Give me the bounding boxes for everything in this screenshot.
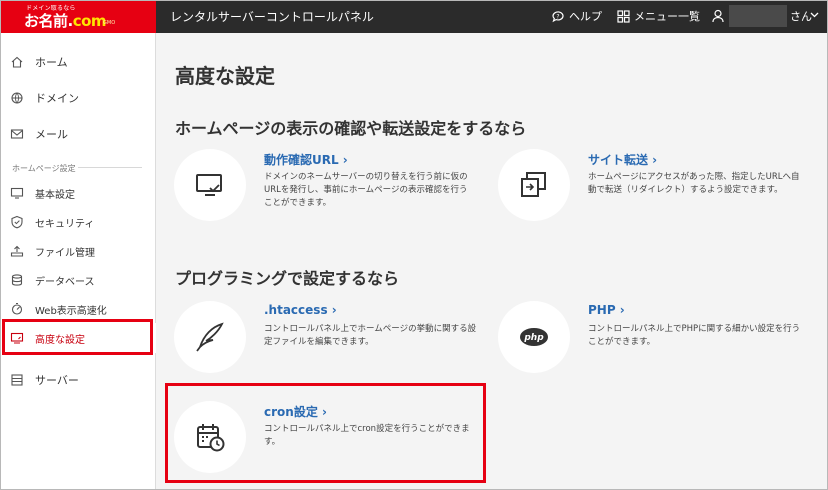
sidebar-item-web-speed[interactable]: Web表示高速化 [0, 294, 156, 324]
monitor-icon [10, 187, 24, 199]
card-icon-circle [174, 301, 246, 373]
sidebar-item-label: セキュリティ [35, 218, 95, 230]
sidebar-item-file-manager[interactable]: ファイル管理 [0, 236, 156, 266]
globe-icon [11, 92, 23, 104]
sidebar-item-label: ドメイン [35, 92, 79, 105]
logo-name: お名前. [24, 12, 73, 30]
sidebar-item-label: 基本設定 [35, 189, 75, 201]
help-icon: ? [552, 11, 564, 23]
card-title[interactable]: .htaccess › [264, 303, 337, 317]
sidebar-section-label: ホームページ設定 [12, 164, 76, 173]
sidebar-item-advanced-settings[interactable]: 高度な設定 [0, 323, 156, 353]
sidebar-item-basic-settings[interactable]: 基本設定 [0, 178, 156, 208]
database-icon [11, 274, 23, 286]
sidebar-item-label: Web表示高速化 [35, 305, 107, 317]
sidebar-item-label: ファイル管理 [35, 247, 95, 259]
section-title-display: ホームページの表示の確認や転送設定をするなら [175, 119, 527, 138]
sidebar-item-label: サーバー [35, 374, 79, 387]
section-title-programming: プログラミングで設定するなら [175, 269, 400, 288]
folder-upload-icon [10, 245, 24, 257]
sidebar-item-label: ホーム [35, 56, 68, 69]
sidebar-item-label: 高度な設定 [35, 334, 85, 346]
menu-list-button[interactable]: メニュー一覧 [617, 8, 700, 24]
windows-redirect-icon [521, 172, 546, 197]
advanced-monitor-icon [10, 332, 24, 344]
mail-icon [10, 129, 24, 139]
card-cron[interactable]: cron設定 › コントロールパネル上でcron設定を行うことができます。 [174, 401, 474, 481]
card-operation-url[interactable]: 動作確認URL › ドメインのネームサーバーの切り替えを行う前に仮のURLを発行… [174, 149, 474, 229]
chevron-down-icon[interactable] [810, 12, 819, 18]
card-icon-circle [498, 149, 570, 221]
menu-list-label: メニュー一覧 [634, 10, 700, 23]
logo-text: お名前.com [24, 10, 107, 31]
card-title[interactable]: PHP › [588, 303, 625, 317]
home-icon [11, 56, 23, 68]
sidebar-item-mail[interactable]: メール [0, 119, 156, 149]
feather-icon [196, 322, 224, 352]
card-icon-circle [174, 401, 246, 473]
logo[interactable]: ドメイン取るなら お名前.com GMO [0, 0, 156, 33]
svg-text:?: ? [556, 14, 559, 21]
logo-sub: GMO [103, 20, 116, 26]
top-header: ドメイン取るなら お名前.com GMO レンタルサーバーコントロールパネル ?… [0, 0, 828, 33]
page-title: 高度な設定 [175, 64, 275, 88]
card-description: ホームページにアクセスがあった際、指定したURLへ自動で転送（リダイレクト）する… [588, 172, 800, 195]
sidebar-item-server[interactable]: サーバー [0, 365, 156, 395]
sidebar-item-label: メール [35, 128, 68, 141]
help-label: ヘルプ [569, 10, 602, 23]
help-button[interactable]: ? ヘルプ [551, 8, 602, 24]
sidebar-item-home[interactable]: ホーム [0, 47, 156, 77]
card-title[interactable]: サイト転送 › [588, 151, 657, 168]
sidebar-item-security[interactable]: セキュリティ [0, 207, 156, 237]
sidebar-item-domain[interactable]: ドメイン [0, 83, 156, 113]
sidebar-item-database[interactable]: データベース [0, 265, 156, 295]
user-suffix: さん [790, 10, 812, 23]
card-title[interactable]: 動作確認URL › [264, 151, 348, 168]
card-title[interactable]: cron設定 › [264, 403, 327, 420]
main-content: 高度な設定 ホームページの表示の確認や転送設定をするなら 動作確認URL › ド… [157, 33, 828, 490]
php-icon: php [520, 328, 548, 346]
card-icon-circle [174, 149, 246, 221]
card-description: コントロールパネル上でPHPに関する細かい設定を行うことができます。 [588, 324, 801, 347]
card-description: コントロールパネル上でホームページの挙動に関する設定ファイルを編集できます。 [264, 324, 477, 347]
card-php[interactable]: php PHP › コントロールパネル上でPHPに関する細かい設定を行うことがで… [498, 301, 808, 381]
sidebar-divider [78, 167, 142, 168]
card-site-redirect[interactable]: サイト転送 › ホームページにアクセスがあった際、指定したURLへ自動で転送（リ… [498, 149, 808, 229]
speed-icon [11, 302, 23, 315]
card-icon-circle: php [498, 301, 570, 373]
logo-dotcom: com [72, 12, 107, 30]
php-icon-text: php [523, 333, 544, 343]
sidebar: ホーム ドメイン メール ホームページ設定 基本設定 セキュリティ ファイル管理… [0, 33, 156, 490]
monitor-check-icon [196, 174, 222, 196]
calendar-clock-icon [197, 424, 225, 452]
server-icon [11, 374, 23, 386]
sidebar-item-label: データベース [35, 276, 95, 288]
grid-icon [617, 9, 630, 23]
user-name-redacted[interactable] [729, 5, 787, 27]
card-description: ドメインのネームサーバーの切り替えを行う前に仮のURLを発行し、事前にホームペー… [264, 172, 468, 208]
user-icon[interactable] [712, 9, 724, 23]
card-description: コントロールパネル上でcron設定を行うことができます。 [264, 424, 470, 447]
shield-icon [11, 215, 23, 229]
app-title: レンタルサーバーコントロールパネル [170, 10, 374, 24]
card-htaccess[interactable]: .htaccess › コントロールパネル上でホームページの挙動に関する設定ファ… [174, 301, 484, 381]
